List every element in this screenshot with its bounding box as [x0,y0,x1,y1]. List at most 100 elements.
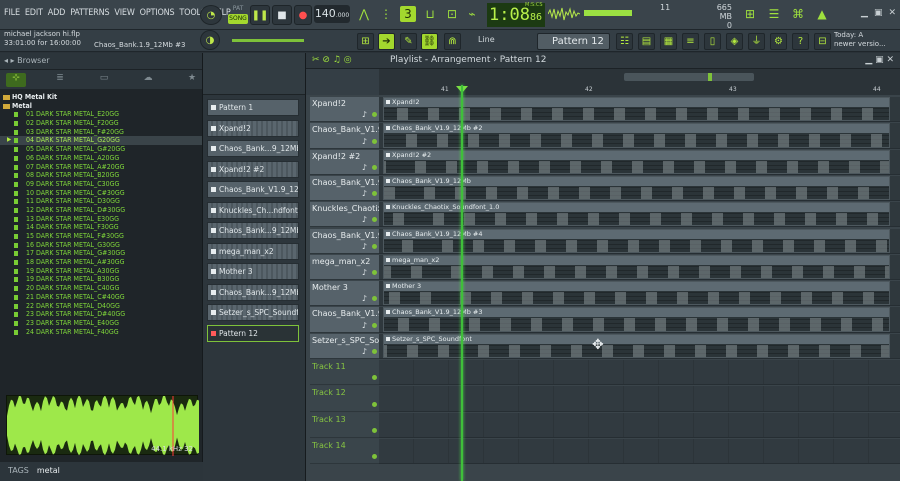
track-lane[interactable]: Knuckles_Chaotix_Soundfont_1.0 [379,202,900,228]
track-mute-led[interactable] [372,322,377,328]
track-lane[interactable] [379,438,900,465]
pattern-clip[interactable]: Mother 3 [383,281,890,306]
pattern-item[interactable]: Chaos_Bank...9_12Mb #3 [207,283,299,301]
record-button[interactable]: ● [294,5,312,25]
song-mode[interactable]: SONG [228,14,248,24]
browser-file[interactable]: 19 DARK STAR METAL_A30GG [0,267,202,276]
track-mute-led[interactable] [372,375,377,381]
track-mute-led[interactable] [372,243,377,249]
track-mute-led[interactable] [372,348,377,354]
browser-folder[interactable]: Metal [0,102,202,111]
browser-file[interactable]: 19 DARK STAR METAL_B30GG [0,275,202,284]
track-header[interactable]: Track 12 [310,386,379,412]
track-note-icon[interactable]: ♪ [362,137,367,146]
browser-file[interactable]: 14 DARK STAR METAL_F30GG [0,223,202,232]
horizontal-scrollbar[interactable] [624,73,754,81]
track-lane[interactable]: Mother 3 [379,281,900,307]
browser-file[interactable]: 12 DARK STAR METAL_D#30GG [0,206,202,215]
pattern-item[interactable]: Chaos_Bank_V1.9_12Mb [207,181,299,198]
track-mute-led[interactable] [372,164,377,170]
track-header[interactable]: Mother 3 ♪ [310,281,379,307]
track-lane[interactable] [379,412,900,438]
master-pitch-knob[interactable]: ◑ [200,30,220,50]
plug-icon[interactable]: ⏚ [748,33,765,50]
track-mute-led[interactable] [372,112,377,118]
close-icon[interactable]: ✕ [888,8,896,18]
browser-file[interactable]: 09 DARK STAR METAL_C30GG [0,180,202,189]
menu-patterns[interactable]: PATTERNS [70,8,109,18]
browser-file[interactable]: 08 DARK STAR METAL_B20GG [0,171,202,180]
track-note-icon[interactable]: ♪ [362,347,367,356]
track-lane[interactable]: Xpand!2 #2 [379,149,900,175]
stop-button[interactable]: ■ [272,5,292,25]
browser-file[interactable]: 24 DARK STAR METAL_F40GG [0,328,202,337]
news-icon[interactable]: ⊟ [814,33,831,50]
hint-dial-icon[interactable]: ◔ [200,5,222,25]
menu-add[interactable]: ADD [48,8,66,18]
track-header[interactable]: mega_man_x2 ♪ [310,254,379,281]
track-note-icon[interactable]: ♪ [362,294,367,303]
tags-value[interactable]: metal [37,466,60,475]
menu-view[interactable]: VIEW [114,8,134,18]
draw-tool-icon[interactable]: ➔ [378,33,395,50]
pattern-item[interactable]: Xpand!2 #2 [207,160,299,178]
browser-icon[interactable]: ◈ [726,33,743,50]
track-mute-led[interactable] [372,296,377,302]
star-tab-icon[interactable]: ★ [182,73,202,87]
menu-edit[interactable]: EDIT [25,8,43,18]
pattern-clip[interactable]: Chaos_Bank_V1.9_12Mb #4 [383,228,890,253]
loop-record-icon[interactable]: ⊡ [444,6,460,22]
track-header[interactable]: Chaos_Bank_V1.9... ♪ [310,228,379,254]
pattern-clip[interactable]: Chaos_Bank_V1.9_12Mb #3 [383,307,890,332]
menu-options[interactable]: OPTIONS [140,8,175,18]
play-button[interactable]: ❚❚ [250,5,270,25]
pattern-item[interactable]: Chaos_Bank...9_12Mb #2 [207,140,299,157]
minimize-icon[interactable]: ▁ [861,8,868,18]
pattern-clip[interactable]: Knuckles_Chaotix_Soundfont_1.0 [383,202,890,227]
channel-rack-icon[interactable]: ☰ [766,6,782,22]
track-note-icon[interactable]: ♪ [362,110,367,119]
track-note-icon[interactable]: ♪ [362,189,367,198]
magnet-icon[interactable]: ⋒ [444,33,461,50]
browser-file[interactable]: 11 DARK STAR METAL_D30GG [0,197,202,206]
browser-file[interactable]: 22 DARK STAR METAL_D40GG [0,302,202,311]
browser-file[interactable]: 02 DARK STAR METAL_F20GG [0,119,202,128]
track-note-icon[interactable]: ♪ [362,215,367,224]
track-lane[interactable]: Chaos_Bank_V1.9_12Mb #3 [379,307,900,333]
tree-tab-icon[interactable]: ≣ [50,73,70,87]
browser-folder[interactable]: HQ Metal Kit [0,93,202,102]
pattern-clip[interactable]: mega_man_x2 [383,254,890,280]
news-panel[interactable]: Today: A newer versio... [834,31,886,49]
browser-file[interactable]: 04 DARK STAR METAL_G20GG [0,136,202,146]
track-header[interactable]: Chaos_Bank_V1.9... ♪ [310,307,379,333]
cloud-tab-icon[interactable]: ☁ [138,73,158,87]
track-header[interactable]: Chaos_Bank_V1.9... ♪ [310,175,379,202]
track-header[interactable]: Xpand!2 #2 ♪ [310,149,379,175]
track-header[interactable]: Track 14 [310,438,379,465]
pattern-clip[interactable]: Setzer_s_SPC_Soundfont [383,333,890,358]
track-lane[interactable]: Setzer_s_SPC_Soundfont [379,333,900,359]
metronome-icon[interactable]: ⋀ [356,6,372,22]
pattern-clip[interactable]: Chaos_Bank_V1.9_12Mb #2 [383,123,890,148]
track-lane[interactable] [379,360,900,386]
menu-file[interactable]: FILE [4,8,20,18]
track-mute-led[interactable] [372,138,377,144]
track-lane[interactable]: Chaos_Bank_V1.9_12Mb #4 [379,228,900,254]
tags-bar[interactable]: TAGS metal [0,462,203,481]
track-mute-led[interactable] [372,427,377,433]
playlist-tools-icon[interactable]: ✂ ⊘ ♫ ◎ [312,55,352,65]
pattern-item[interactable]: Chaos_Bank...9_12Mb #4 [207,222,299,239]
track-header[interactable]: Xpand!2 ♪ [310,97,379,123]
db-tab-icon[interactable]: ▭ [94,73,114,87]
pattern-item[interactable]: mega_man_x2 [207,242,299,260]
track-lane[interactable]: Chaos_Bank_V1.9_12Mb #2 [379,123,900,149]
track-mute-led[interactable] [372,401,377,407]
track-mute-led[interactable] [372,191,377,197]
pattern-item[interactable]: Setzer_s_SPC_Soundfont [207,304,299,321]
step-icon[interactable]: ⌁ [464,6,480,22]
track-header[interactable]: Track 13 [310,412,379,438]
browser-file[interactable]: 15 DARK STAR METAL_F#30GG [0,232,202,241]
track-header[interactable]: Track 11 [310,360,379,386]
browser-file[interactable]: 18 DARK STAR METAL_A#30GG [0,258,202,267]
track-header[interactable]: Knuckles_Chaotix...♪ [310,202,379,228]
